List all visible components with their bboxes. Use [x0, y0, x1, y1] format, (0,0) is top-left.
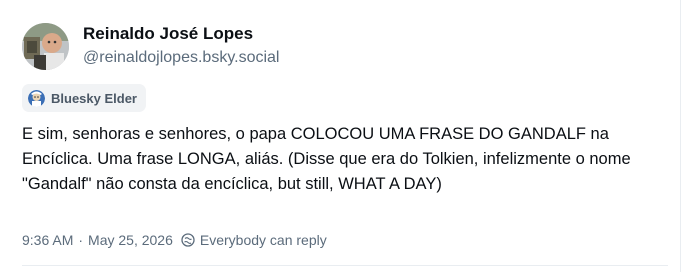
reply-setting[interactable]: Everybody can reply — [200, 232, 327, 248]
elder-badge-icon — [28, 89, 45, 107]
divider — [22, 265, 668, 266]
post-card: Reinaldo José Lopes @reinaldojlopes.bsky… — [0, 0, 681, 272]
handle[interactable]: @reinaldojlopes.bsky.social — [83, 47, 279, 69]
post-text: E sim, senhoras e senhores, o papa COLOC… — [22, 125, 636, 193]
avatar-image — [22, 22, 69, 70]
post-date[interactable]: May 25, 2026 — [88, 232, 173, 248]
display-name[interactable]: Reinaldo José Lopes — [83, 23, 279, 45]
avatar[interactable] — [22, 22, 69, 70]
post-header: Reinaldo José Lopes @reinaldojlopes.bsky… — [22, 20, 279, 72]
meta-separator: · — [78, 232, 84, 248]
globe-icon — [181, 233, 195, 247]
post-time[interactable]: 9:36 AM — [22, 232, 73, 248]
elder-badge[interactable]: Bluesky Elder — [22, 84, 146, 112]
author-names: Reinaldo José Lopes @reinaldojlopes.bsky… — [83, 23, 279, 69]
post-meta: 9:36 AM · May 25, 2026 Everybody can rep… — [22, 232, 327, 248]
badge-label: Bluesky Elder — [51, 90, 137, 106]
